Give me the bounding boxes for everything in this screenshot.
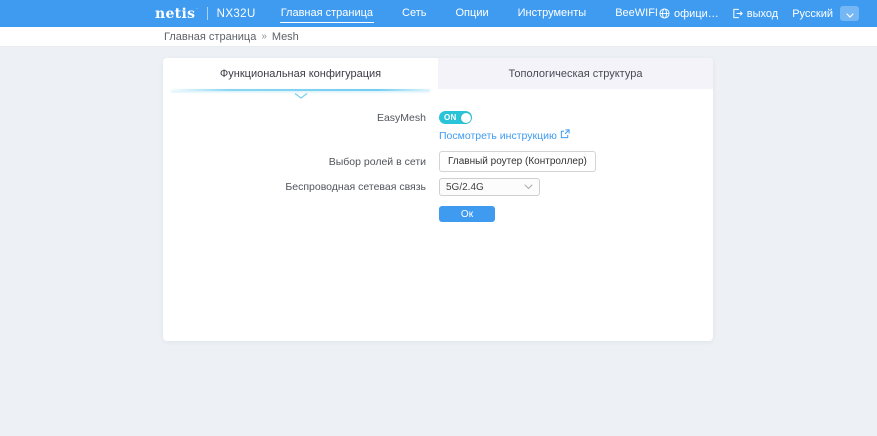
tab-notch-chevron-icon bbox=[294, 90, 308, 102]
wireless-band-value: 5G/2.4G bbox=[446, 182, 484, 193]
tab-functional-configuration-label: Функциональная конфигурация bbox=[220, 68, 381, 80]
brand-logo: netis ’ NX32U bbox=[155, 7, 256, 21]
nav-item-network[interactable]: Сеть bbox=[401, 2, 427, 25]
easymesh-label: EasyMesh bbox=[163, 112, 433, 124]
nav-item-home[interactable]: Главная страница bbox=[280, 2, 374, 25]
globe-icon bbox=[659, 8, 670, 19]
easymesh-form: EasyMesh ON Посмотреть инструкцию bbox=[163, 89, 713, 222]
instruction-link-label: Посмотреть инструкцию bbox=[439, 130, 557, 142]
navbar-right: офици… выход Русский bbox=[659, 6, 877, 21]
language-dropdown-button[interactable] bbox=[840, 6, 859, 21]
wireless-label: Беспроводная сетевая связь bbox=[163, 181, 433, 193]
logout-link[interactable]: выход bbox=[732, 8, 778, 20]
breadcrumb-root[interactable]: Главная страница bbox=[164, 31, 256, 43]
nav-item-beewifi[interactable]: BeeWIFI bbox=[614, 2, 659, 25]
easymesh-toggle[interactable]: ON bbox=[439, 111, 472, 124]
active-tab-underline bbox=[171, 89, 430, 91]
language-label[interactable]: Русский bbox=[792, 8, 833, 20]
breadcrumb-current: Mesh bbox=[272, 31, 299, 43]
role-label: Выбор ролей в сети bbox=[163, 156, 433, 168]
page-content: Функциональная конфигурация Топологическ… bbox=[0, 47, 877, 341]
logout-label: выход bbox=[747, 8, 778, 20]
wireless-row: Беспроводная сетевая связь 5G/2.4G bbox=[163, 178, 713, 196]
tab-topological-structure-label: Топологическая структура bbox=[509, 68, 643, 80]
ok-button[interactable]: Ок bbox=[439, 206, 495, 222]
chevron-down-icon bbox=[846, 6, 854, 21]
brand-divider bbox=[207, 7, 208, 20]
select-chevron-down-icon bbox=[524, 182, 533, 193]
official-site-label: офици… bbox=[674, 8, 719, 20]
top-navbar: netis ’ NX32U Главная страница Сеть Опци… bbox=[0, 0, 877, 27]
official-site-link[interactable]: офици… bbox=[659, 8, 719, 20]
instruction-link[interactable]: Посмотреть инструкцию bbox=[439, 129, 570, 142]
main-nav: Главная страница Сеть Опции Инструменты … bbox=[280, 2, 659, 25]
ok-row: Ок bbox=[163, 206, 713, 222]
tab-topological-structure[interactable]: Топологическая структура bbox=[438, 58, 713, 89]
mesh-card: Функциональная конфигурация Топологическ… bbox=[163, 58, 713, 341]
external-link-icon bbox=[560, 129, 570, 142]
tab-bar: Функциональная конфигурация Топологическ… bbox=[163, 58, 713, 89]
nav-item-options[interactable]: Опции bbox=[455, 2, 490, 25]
role-select-button[interactable]: Главный роутер (Контроллер) bbox=[439, 151, 596, 172]
instruction-row: Посмотреть инструкцию bbox=[163, 129, 713, 142]
role-row: Выбор ролей в сети Главный роутер (Контр… bbox=[163, 151, 713, 172]
brand-name: netis bbox=[155, 7, 195, 21]
wireless-band-select[interactable]: 5G/2.4G bbox=[439, 178, 540, 196]
logout-icon bbox=[732, 8, 743, 19]
breadcrumb-separator: » bbox=[261, 31, 267, 42]
breadcrumb: Главная страница » Mesh bbox=[0, 27, 877, 47]
toggle-state-label: ON bbox=[444, 113, 457, 122]
toggle-knob bbox=[461, 113, 471, 123]
nav-item-tools[interactable]: Инструменты bbox=[517, 2, 588, 25]
brand-model: NX32U bbox=[217, 8, 256, 20]
tab-functional-configuration[interactable]: Функциональная конфигурация bbox=[163, 58, 438, 89]
easymesh-row: EasyMesh ON bbox=[163, 111, 713, 124]
brand-trademark: ’ bbox=[196, 8, 197, 14]
